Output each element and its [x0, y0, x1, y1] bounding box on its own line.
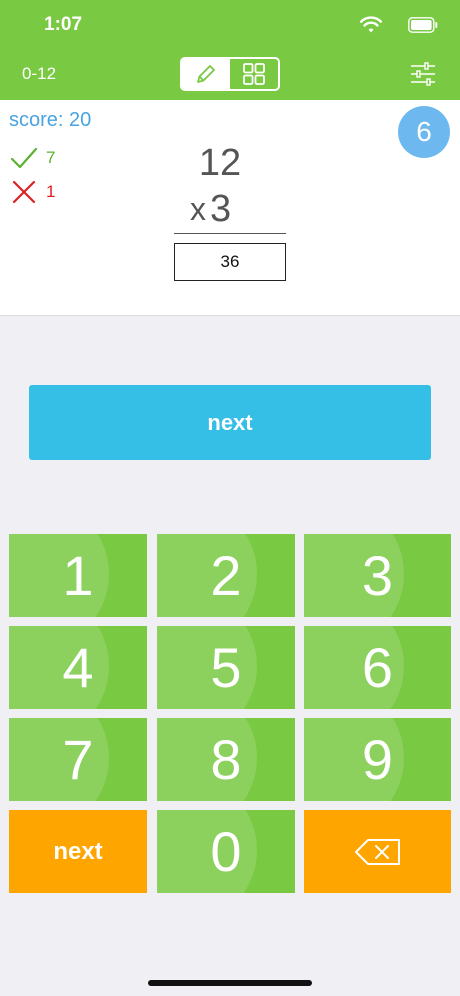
cross-icon — [12, 180, 36, 204]
sliders-icon[interactable] — [410, 62, 436, 86]
key-3[interactable]: 3 — [304, 534, 451, 617]
key-9[interactable]: 9 — [304, 718, 451, 801]
keypad-next-button[interactable]: next — [9, 810, 147, 893]
key-label: 9 — [361, 728, 394, 791]
key-8[interactable]: 8 — [157, 718, 295, 801]
key-4[interactable]: 4 — [9, 626, 147, 709]
pencil-icon — [197, 65, 215, 83]
key-0[interactable]: 0 — [157, 810, 295, 893]
grid-mode-button[interactable] — [230, 59, 278, 89]
grid-icon — [243, 63, 265, 85]
correct-count: 7 — [46, 148, 56, 167]
key-label: 8 — [210, 728, 242, 791]
wrong-count: 1 — [46, 182, 56, 201]
key-label: 2 — [210, 544, 242, 607]
mode-toggle[interactable] — [180, 57, 280, 91]
operator-line: x 3 — [190, 188, 231, 230]
practice-mode-button[interactable] — [182, 59, 230, 89]
backspace-icon — [354, 838, 400, 865]
battery-icon — [408, 17, 438, 33]
key-label: 0 — [210, 820, 242, 883]
wrong-stat: 1 — [10, 178, 55, 206]
key-label: 6 — [361, 636, 394, 699]
key-label: 5 — [210, 636, 242, 699]
range-label[interactable]: 0-12 — [22, 64, 56, 84]
sum-divider — [174, 233, 286, 234]
key-5[interactable]: 5 — [157, 626, 295, 709]
app-header: 1:07 0-12 — [0, 0, 460, 100]
key-label: next — [53, 837, 103, 865]
score-label: score: 20 — [9, 109, 92, 131]
key-6[interactable]: 6 — [304, 626, 451, 709]
key-7[interactable]: 7 — [9, 718, 147, 801]
number-keypad: 1 2 3 4 5 6 7 8 9 next 0 — [0, 525, 460, 905]
key-label: 7 — [62, 728, 94, 791]
operand-top: 12 — [198, 142, 242, 184]
wifi-icon — [360, 16, 382, 33]
problem-card: score: 20 7 1 6 12 x 3 36 — [0, 100, 460, 316]
operand-bottom: 3 — [210, 188, 232, 230]
next-button[interactable]: next — [29, 385, 431, 460]
status-time: 1:07 — [44, 14, 83, 35]
key-2[interactable]: 2 — [157, 534, 295, 617]
answer-field[interactable]: 36 — [174, 243, 286, 281]
correct-stat: 7 — [10, 144, 55, 172]
level-badge: 6 — [398, 106, 450, 158]
backspace-button[interactable] — [304, 810, 451, 893]
key-label: 1 — [62, 544, 94, 607]
checkmark-icon — [10, 147, 38, 169]
key-1[interactable]: 1 — [9, 534, 147, 617]
operator: x — [190, 191, 206, 227]
home-indicator — [148, 980, 312, 986]
key-label: 3 — [361, 544, 394, 607]
key-label: 4 — [62, 636, 94, 699]
